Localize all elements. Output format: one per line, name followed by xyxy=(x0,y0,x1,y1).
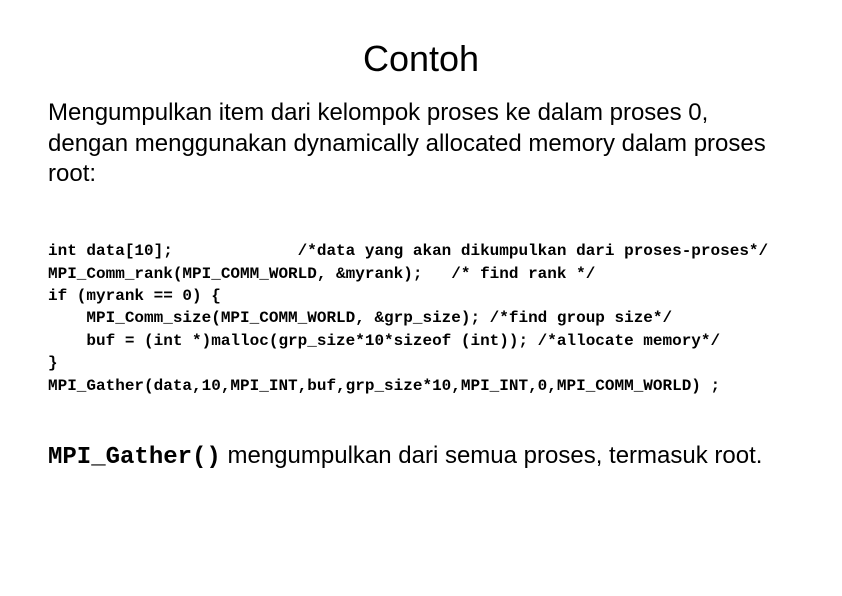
slide-title: Contoh xyxy=(48,38,794,80)
closing-paragraph: MPI_Gather() mengumpulkan dari semua pro… xyxy=(48,441,794,474)
closing-text: mengumpulkan dari semua proses, termasuk… xyxy=(221,442,763,469)
code-block: int data[10]; /*data yang akan dikumpulk… xyxy=(48,240,794,397)
closing-code-token: MPI_Gather() xyxy=(48,444,221,471)
intro-paragraph: Mengumpulkan item dari kelompok proses k… xyxy=(48,98,794,190)
slide: Contoh Mengumpulkan item dari kelompok p… xyxy=(0,0,842,596)
